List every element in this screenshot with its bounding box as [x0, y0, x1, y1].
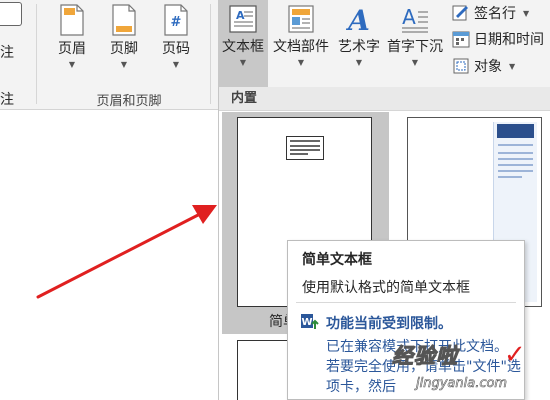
- tooltip-separator: [296, 302, 516, 303]
- mini-text-box: [286, 136, 324, 160]
- watermark: 经验啦 ✓ jingyanla.com: [392, 340, 542, 398]
- word-compat-icon: W: [301, 314, 319, 329]
- tooltip-warning-title: 功能当前受到限制。: [326, 316, 452, 332]
- svg-text:W: W: [301, 317, 312, 328]
- watermark-check-icon: ✓: [504, 340, 526, 370]
- watermark-main-text: 经验啦: [392, 344, 458, 369]
- watermark-url: jingyanla.com: [416, 376, 508, 392]
- tooltip-description: 使用默认格式的简单文本框: [302, 280, 470, 296]
- tooltip-title: 简单文本框: [302, 252, 372, 268]
- gallery-section-header: 内置: [219, 87, 550, 111]
